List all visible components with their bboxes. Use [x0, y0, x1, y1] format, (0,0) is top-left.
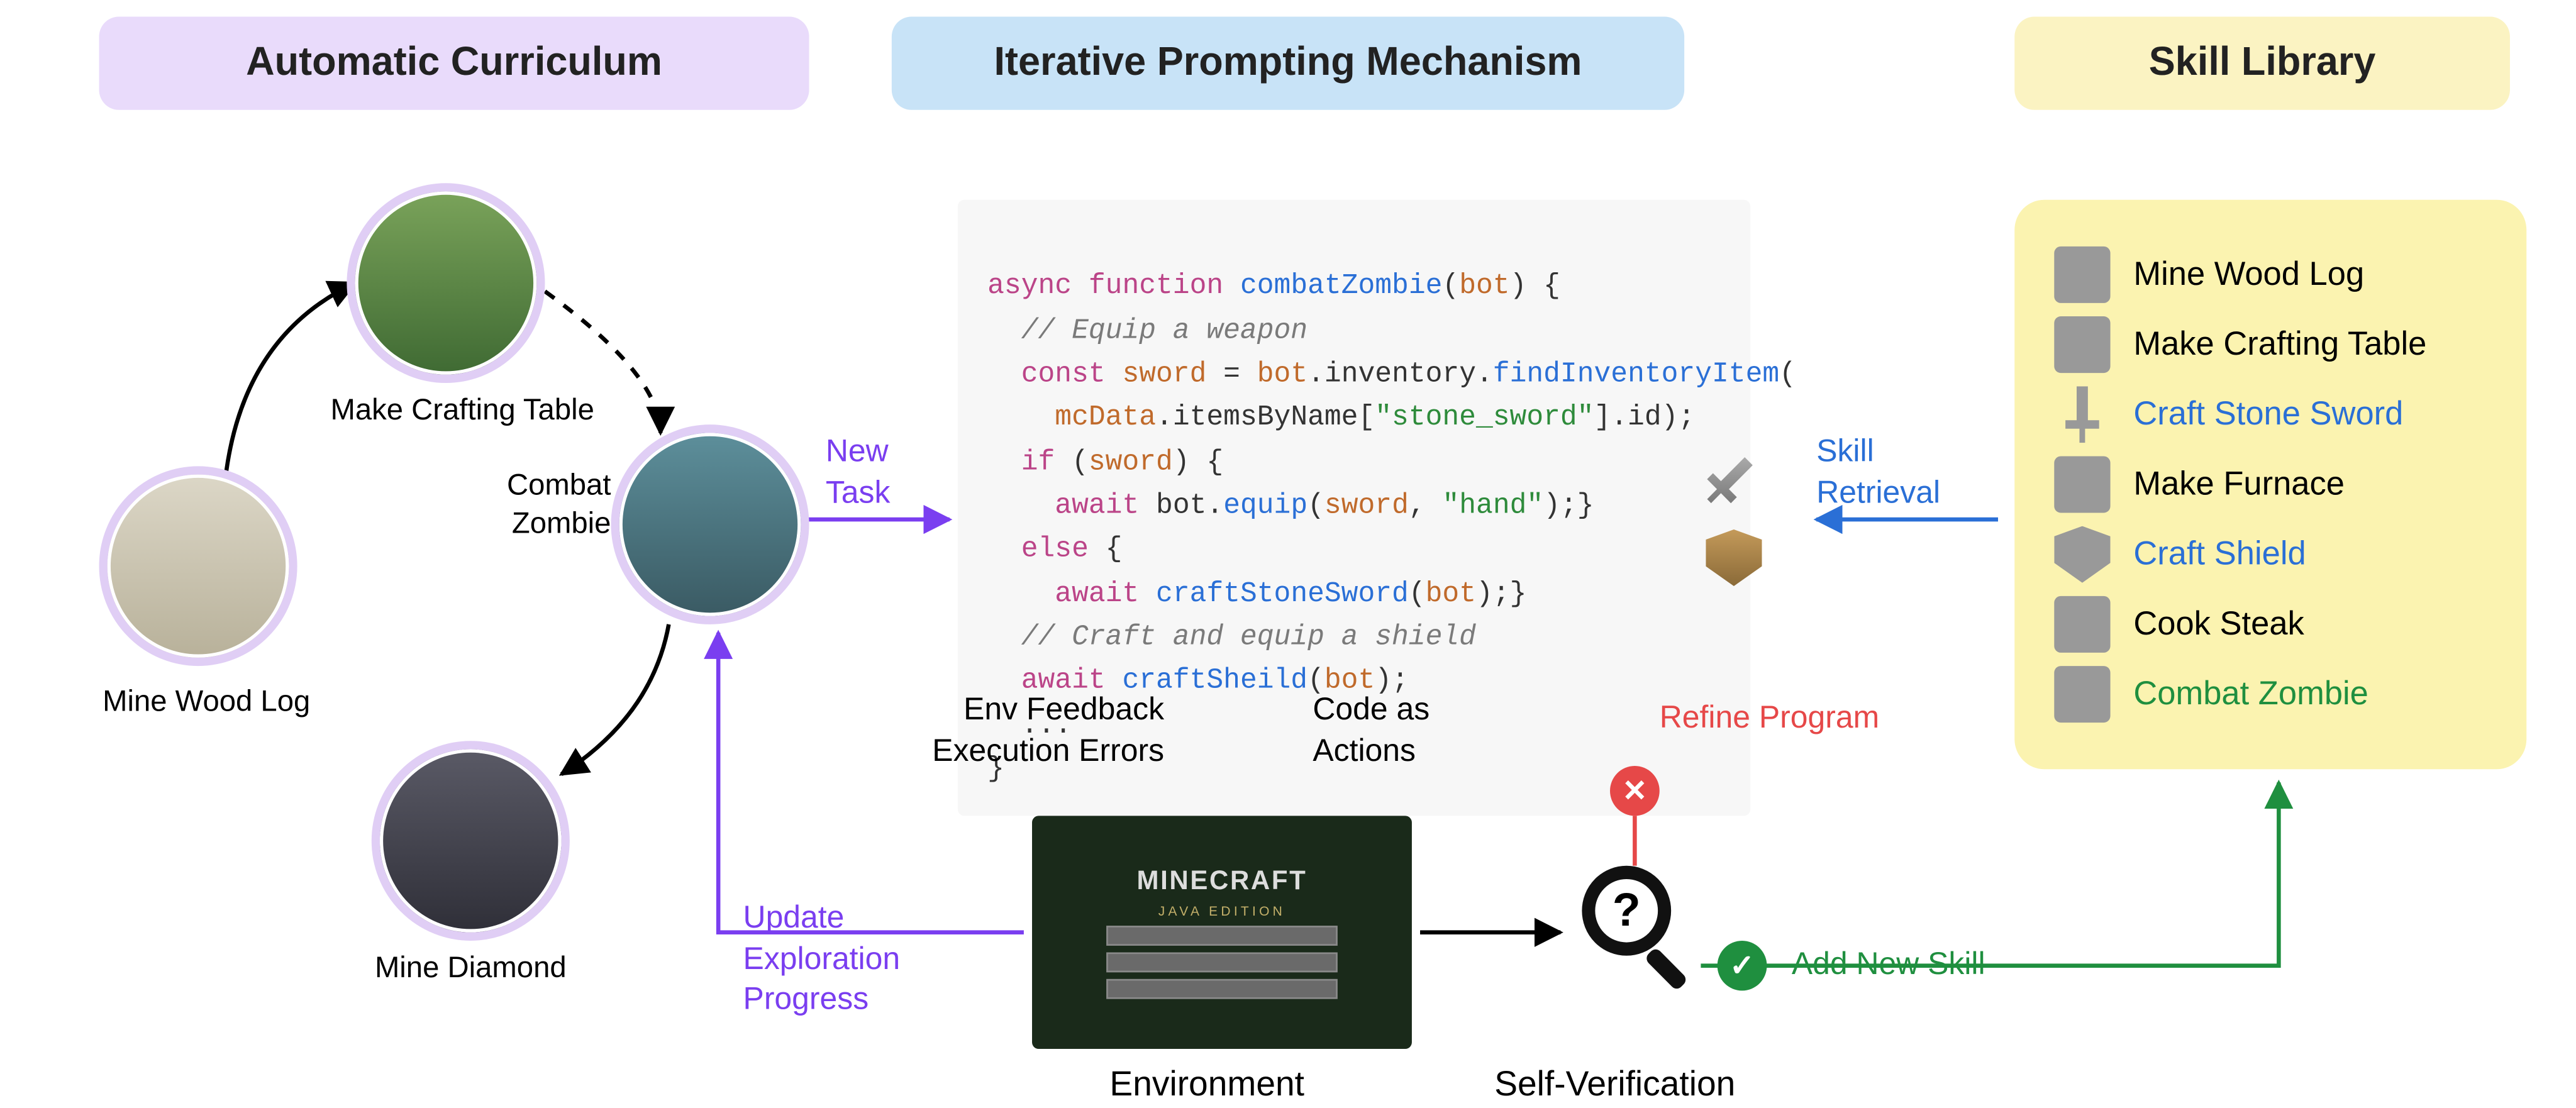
node-crafting-table — [347, 183, 545, 383]
skill-item: Make Crafting Table — [2054, 316, 2487, 373]
env-menu-button — [1106, 978, 1338, 999]
magnifier-icon: ? — [1568, 866, 1684, 982]
skill-item: Craft Shield — [2054, 526, 2487, 583]
label-refine: Refine Program — [1660, 699, 1879, 740]
success-icon: ✓ — [1718, 941, 1767, 990]
minecraft-logo: MINECRAFT — [1136, 867, 1307, 897]
label-mine-diamond: Mine Diamond — [338, 949, 602, 987]
header-skills-label: Skill Library — [2149, 40, 2376, 87]
skill-item-label: Make Furnace — [2133, 465, 2345, 504]
skill-item: Cook Steak — [2054, 596, 2487, 653]
fail-icon: ✕ — [1610, 766, 1660, 816]
zombie-icon — [2054, 666, 2110, 723]
label-code-actions: Code asActions — [1313, 691, 1478, 773]
node-mine-wood — [99, 466, 297, 666]
skill-item: Make Furnace — [2054, 456, 2487, 512]
label-combat-zombie: CombatZombie — [479, 466, 611, 541]
skill-item: Mine Wood Log — [2054, 247, 2487, 303]
label-add-skill: Add New Skill — [1792, 946, 1985, 987]
node-combat-zombie — [611, 424, 809, 624]
table-icon — [2054, 316, 2110, 373]
label-mine-wood: Mine Wood Log — [66, 683, 347, 721]
label-crafting-table: Make Crafting Table — [297, 391, 628, 429]
sword-icon — [2054, 386, 2110, 443]
label-self-verification: Self-Verification — [1494, 1062, 1735, 1107]
skill-item-label: Mine Wood Log — [2133, 255, 2364, 294]
skill-item: Craft Stone Sword — [2054, 386, 2487, 443]
header-curriculum-label: Automatic Curriculum — [246, 40, 662, 87]
furn-icon — [2054, 456, 2110, 512]
steak-icon — [2054, 596, 2110, 653]
env-menu-button — [1106, 925, 1338, 945]
header-skills: Skill Library — [2014, 16, 2510, 109]
header-prompting: Iterative Prompting Mechanism — [892, 16, 1684, 109]
env-menu-button — [1106, 951, 1338, 972]
skill-library-panel: Mine Wood Log Make Crafting Table Craft St… — [2014, 200, 2526, 770]
node-mine-diamond — [372, 741, 570, 941]
skill-item-label: Cook Steak — [2133, 605, 2304, 643]
label-update-progress: UpdateExplorationProgress — [743, 899, 941, 1022]
label-env-feedback: Env FeedbackExecution Errors — [900, 691, 1164, 773]
arrow-add-skill — [1701, 782, 2279, 965]
environment-screenshot: MINECRAFT JAVA EDITION — [1032, 816, 1412, 1049]
label-environment: Environment — [1109, 1062, 1304, 1107]
label-skill-retrieval: SkillRetrieval — [1816, 433, 1965, 515]
skill-item-label: Craft Stone Sword — [2133, 396, 2403, 434]
log-icon — [2054, 247, 2110, 303]
label-new-task: NewTask — [826, 433, 941, 515]
skill-item-label: Make Crafting Table — [2133, 326, 2426, 364]
skill-item-label: Combat Zombie — [2133, 675, 2368, 714]
skill-item: Combat Zombie — [2054, 666, 2487, 723]
minecraft-edition: JAVA EDITION — [1158, 903, 1285, 918]
header-curriculum: Automatic Curriculum — [99, 16, 809, 109]
arrow-zombie-to-diamond — [562, 624, 669, 774]
shield-icon — [2054, 526, 2110, 583]
header-prompting-label: Iterative Prompting Mechanism — [994, 40, 1582, 87]
skill-item-label: Craft Shield — [2133, 535, 2306, 573]
